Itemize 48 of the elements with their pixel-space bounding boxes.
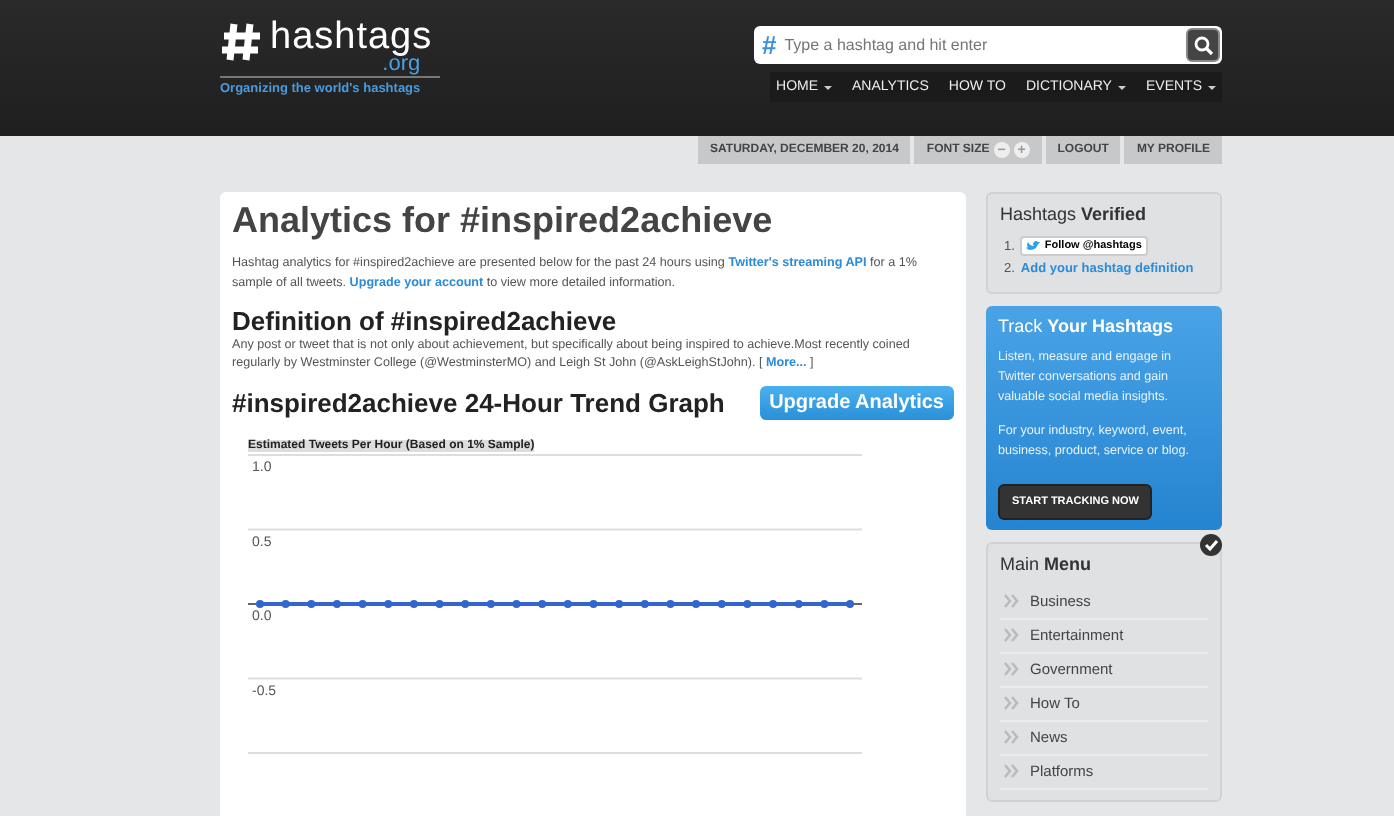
page-title: Analytics for #inspired2achieve <box>232 200 775 242</box>
panel-title: Track Your Hashtags <box>998 316 1176 336</box>
search-icon <box>1193 35 1213 55</box>
data-point <box>435 600 444 608</box>
data-point <box>512 600 521 608</box>
data-point <box>307 600 316 608</box>
data-point <box>358 600 367 608</box>
data-point <box>820 600 829 608</box>
data-point <box>563 600 572 608</box>
caret-icon <box>1117 85 1126 89</box>
bird-icon <box>1026 240 1041 252</box>
logo-domain: .org <box>382 54 421 74</box>
data-point <box>640 600 649 608</box>
data-point <box>769 600 778 608</box>
logo-text: hashtags <box>270 20 433 54</box>
section-heading: Definition of #inspired2achieve <box>232 305 619 335</box>
data-point <box>794 600 803 608</box>
data-point <box>256 600 264 608</box>
data-point <box>846 600 854 608</box>
double-chevron-icon <box>1004 661 1020 676</box>
data-point <box>281 600 290 608</box>
data-point <box>589 600 598 608</box>
caret-icon <box>824 85 833 89</box>
data-point <box>743 600 752 608</box>
panel-title: Hashtags Verified <box>1000 204 1149 224</box>
double-chevron-icon <box>1004 729 1020 744</box>
data-point <box>717 600 726 608</box>
check-icon <box>1200 533 1222 556</box>
double-chevron-icon <box>1004 695 1020 710</box>
data-point <box>461 600 470 608</box>
hash-icon: # <box>762 30 777 60</box>
data-point <box>486 600 495 608</box>
data-point <box>666 600 675 608</box>
double-chevron-icon <box>1004 593 1020 608</box>
hash-logo-icon <box>220 20 264 64</box>
data-point <box>384 600 393 608</box>
data-point <box>692 600 701 608</box>
data-point <box>332 600 341 608</box>
panel-title: Main Menu <box>1000 553 1094 574</box>
data-point <box>409 600 418 608</box>
data-point <box>538 600 547 608</box>
search-input[interactable]: Type a hashtag and hit enter <box>776 36 1186 54</box>
caret-icon <box>1208 85 1216 89</box>
double-chevron-icon <box>1004 627 1020 642</box>
search-button[interactable] <box>1186 28 1220 62</box>
double-chevron-icon <box>1004 763 1020 778</box>
data-point <box>615 600 624 608</box>
section-heading: #inspired2achieve 24-Hour Trend Graph <box>232 388 725 418</box>
